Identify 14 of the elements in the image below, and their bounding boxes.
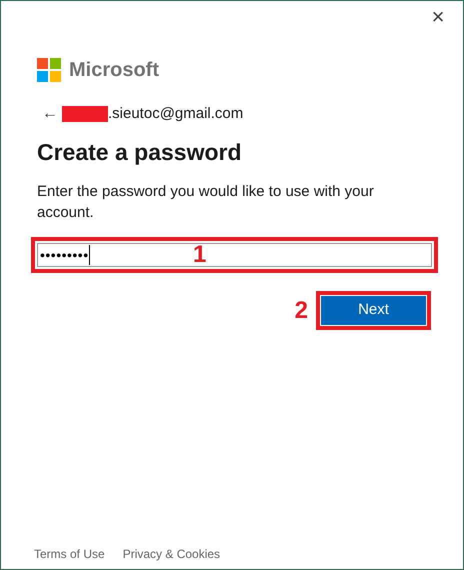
step-number: 2 [294, 296, 308, 326]
brand-name: Microsoft [69, 58, 159, 83]
step-number: 1 [193, 241, 206, 269]
footer-link[interactable]: Terms of Use [34, 545, 105, 563]
logo-icon [37, 58, 61, 82]
footer-link[interactable]: Privacy & Cookies [122, 545, 220, 563]
page-title: Create a password [37, 138, 243, 167]
back-button[interactable]: ← [40, 102, 60, 126]
next-button[interactable]: Next [321, 296, 426, 325]
password-dots: ••••••••• [40, 246, 89, 264]
close-button[interactable]: × [427, 5, 449, 29]
account-email: .sieutoc@gmail.com [108, 104, 244, 124]
description-text: Enter the password you would like to use with your account. [37, 182, 375, 223]
text-cursor [88, 245, 90, 265]
